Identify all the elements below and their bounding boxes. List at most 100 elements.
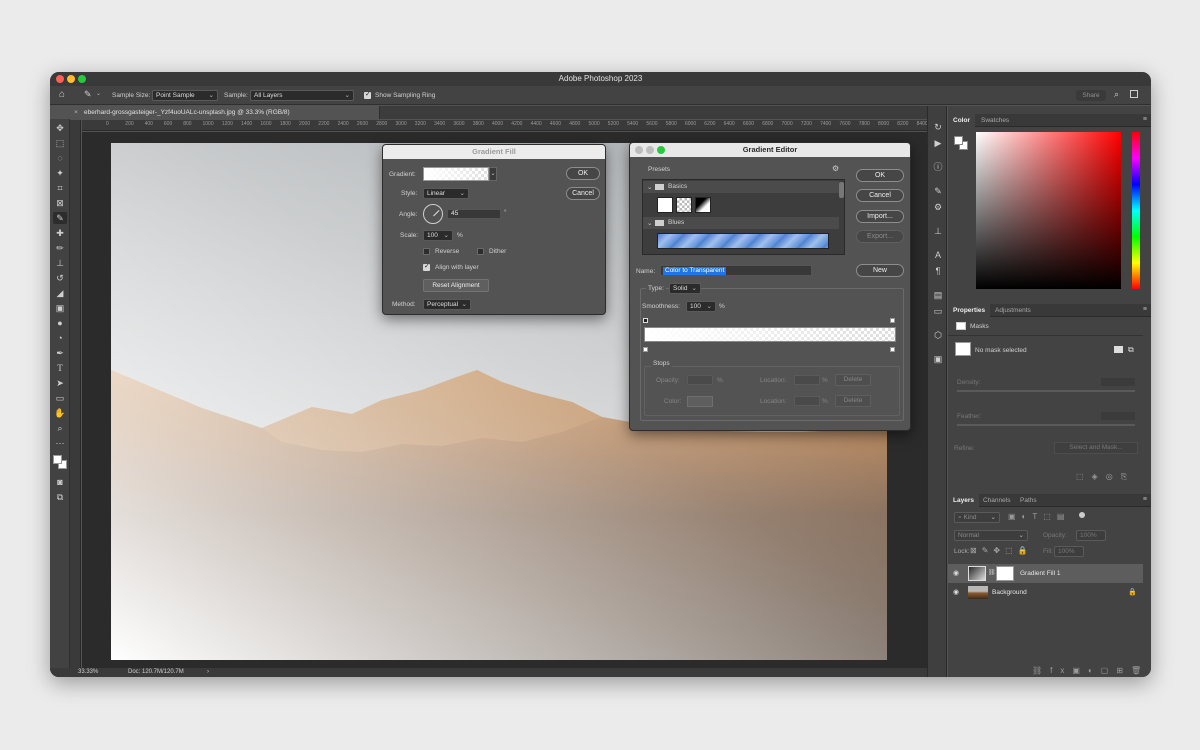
color-stop-right[interactable]	[890, 347, 895, 352]
opacity-field[interactable]: 100%	[1076, 530, 1106, 541]
rectangle-tool-icon[interactable]: ▭	[53, 392, 67, 404]
clone-source-panel-icon[interactable]: ⊥	[933, 226, 943, 236]
libraries-panel-icon[interactable]: ▤	[933, 290, 943, 300]
preset-swatch[interactable]	[657, 197, 673, 213]
tab-channels[interactable]: Channels	[978, 494, 1015, 507]
add-pixel-mask-icon[interactable]	[1114, 346, 1123, 353]
export-button[interactable]: Export...	[856, 230, 904, 243]
gradient-preview[interactable]	[423, 167, 489, 181]
lasso-tool-icon[interactable]: ◌	[53, 152, 67, 164]
eyedropper-tool-icon[interactable]: ✎	[84, 89, 92, 100]
feather-field[interactable]	[1101, 412, 1135, 420]
ok-button[interactable]: OK	[856, 169, 904, 182]
angle-input[interactable]: 45	[447, 209, 501, 219]
magic-wand-tool-icon[interactable]: ✦	[53, 167, 67, 179]
fill-field[interactable]: 100%	[1054, 546, 1084, 557]
close-window-button[interactable]	[56, 75, 64, 83]
move-tool-icon[interactable]: ✥	[53, 122, 67, 134]
presets-scrollbar[interactable]	[839, 182, 844, 198]
tab-layers[interactable]: Layers	[948, 494, 979, 507]
align-with-layer-checkbox[interactable]	[423, 262, 430, 271]
tab-properties[interactable]: Properties	[948, 304, 991, 317]
gradient-picker-chevron-icon[interactable]: ⌄	[489, 167, 497, 181]
workspace-icon[interactable]	[1130, 90, 1138, 98]
gear-icon[interactable]: ⚙	[832, 164, 839, 173]
add-vector-mask-icon[interactable]: ⧉	[1128, 345, 1134, 355]
visibility-eye-icon[interactable]: ◉	[953, 583, 959, 602]
preset-group-basics[interactable]: ⌄ Basics	[643, 181, 839, 193]
brushes-panel-icon[interactable]: ✎	[933, 186, 943, 196]
preset-swatch[interactable]	[676, 197, 692, 213]
feather-slider[interactable]	[957, 424, 1135, 426]
color-field[interactable]	[976, 132, 1121, 289]
import-button[interactable]: Import...	[856, 210, 904, 223]
lock-icons[interactable]: ⊠✎✥⬚🔒	[970, 546, 1033, 555]
marquee-tool-icon[interactable]: ⬚	[53, 137, 67, 149]
density-field[interactable]	[1101, 378, 1135, 386]
opacity-stop-left[interactable]	[643, 318, 648, 323]
reset-alignment-button[interactable]: Reset Alignment	[423, 279, 489, 292]
eraser-tool-icon[interactable]: ◢	[53, 287, 67, 299]
stop-opacity-input[interactable]	[687, 375, 713, 385]
quick-mask-icon[interactable]: ◙	[53, 476, 67, 488]
preset-swatch[interactable]	[695, 197, 711, 213]
foreground-color-swatch[interactable]	[53, 455, 62, 464]
zoom-tool-icon[interactable]: ⌕	[53, 422, 67, 434]
sample-size-select[interactable]: Point Sample ⌄	[152, 90, 218, 101]
new-button[interactable]: New	[856, 264, 904, 277]
tab-adjustments[interactable]: Adjustments	[990, 304, 1036, 317]
info-panel-icon[interactable]: ⓘ	[933, 162, 943, 172]
filter-toggle-icon[interactable]	[1079, 512, 1085, 518]
cancel-button[interactable]: Cancel	[566, 187, 600, 200]
close-dialog-button[interactable]	[635, 146, 643, 154]
gradient-tool-icon[interactable]: ▣	[53, 302, 67, 314]
hue-slider[interactable]	[1132, 132, 1140, 289]
panel-menu-icon[interactable]: ≡	[1143, 116, 1147, 123]
color-stop-left[interactable]	[643, 347, 648, 352]
notes-panel-icon[interactable]: ▣	[933, 354, 943, 364]
actions-panel-icon[interactable]: ▶	[933, 138, 943, 148]
presets-list[interactable]: ⌄ Basics ⌄ Blues	[642, 179, 845, 255]
eyedropper-tool-icon[interactable]: ✎	[53, 212, 67, 224]
path-selection-tool-icon[interactable]: ➤	[53, 377, 67, 389]
tab-swatches[interactable]: Swatches	[976, 114, 1014, 127]
pen-tool-icon[interactable]: ✒	[53, 347, 67, 359]
screen-mode-icon[interactable]: ⧉	[53, 491, 67, 503]
blur-tool-icon[interactable]: ●	[53, 317, 67, 329]
tab-color[interactable]: Color	[948, 114, 975, 127]
reverse-checkbox[interactable]	[423, 248, 430, 255]
document-tab[interactable]: × eberhard-grossgasteiger-_Yzf4uoUALc-un…	[70, 106, 380, 119]
smoothness-input[interactable]: 100 ⌄	[686, 301, 716, 312]
color-foreground-swatch[interactable]	[954, 136, 963, 145]
home-icon[interactable]: ⌂	[59, 89, 65, 100]
dither-checkbox[interactable]	[477, 248, 484, 255]
history-brush-tool-icon[interactable]: ↺	[53, 272, 67, 284]
layer-name[interactable]: Background	[992, 583, 1027, 602]
crop-tool-icon[interactable]: ⌗	[53, 182, 67, 194]
close-tab-icon[interactable]: ×	[74, 106, 78, 119]
3d-panel-icon[interactable]: ⬡	[933, 330, 943, 340]
brush-tool-icon[interactable]: ✏	[53, 242, 67, 254]
hand-tool-icon[interactable]: ✋	[53, 407, 67, 419]
opacity-stop-right[interactable]	[890, 318, 895, 323]
select-and-mask-button[interactable]: Select and Mask...	[1054, 442, 1138, 454]
healing-brush-tool-icon[interactable]: ✚	[53, 227, 67, 239]
layers-footer-icons[interactable]: ⛓fx▣◐▢⊞🗑	[1032, 666, 1149, 675]
type-tool-icon[interactable]: T	[53, 362, 67, 374]
learn-panel-icon[interactable]: ▭	[933, 306, 943, 316]
gradient-name-input[interactable]: Color to Transparent	[660, 265, 812, 276]
zoom-dialog-button[interactable]	[657, 146, 665, 154]
more-tools-icon[interactable]: ⋯	[53, 437, 67, 449]
type-select[interactable]: Solid ⌄	[669, 283, 701, 294]
tab-paths[interactable]: Paths	[1015, 494, 1042, 507]
delete-opacity-stop-button[interactable]: Delete	[835, 374, 871, 386]
panel-menu-icon[interactable]: ≡	[1143, 496, 1147, 503]
share-button[interactable]: Share	[1076, 90, 1106, 101]
layer-row[interactable]: ◉ ⛓ Gradient Fill 1	[948, 564, 1143, 583]
delete-color-stop-button[interactable]: Delete	[835, 395, 871, 407]
method-select[interactable]: Perceptual ⌄	[423, 299, 471, 310]
blend-mode-select[interactable]: Normal ⌄	[954, 530, 1028, 541]
color-location-input[interactable]	[794, 396, 820, 406]
zoom-window-button[interactable]	[78, 75, 86, 83]
search-icon[interactable]: ⌕	[1114, 89, 1119, 100]
